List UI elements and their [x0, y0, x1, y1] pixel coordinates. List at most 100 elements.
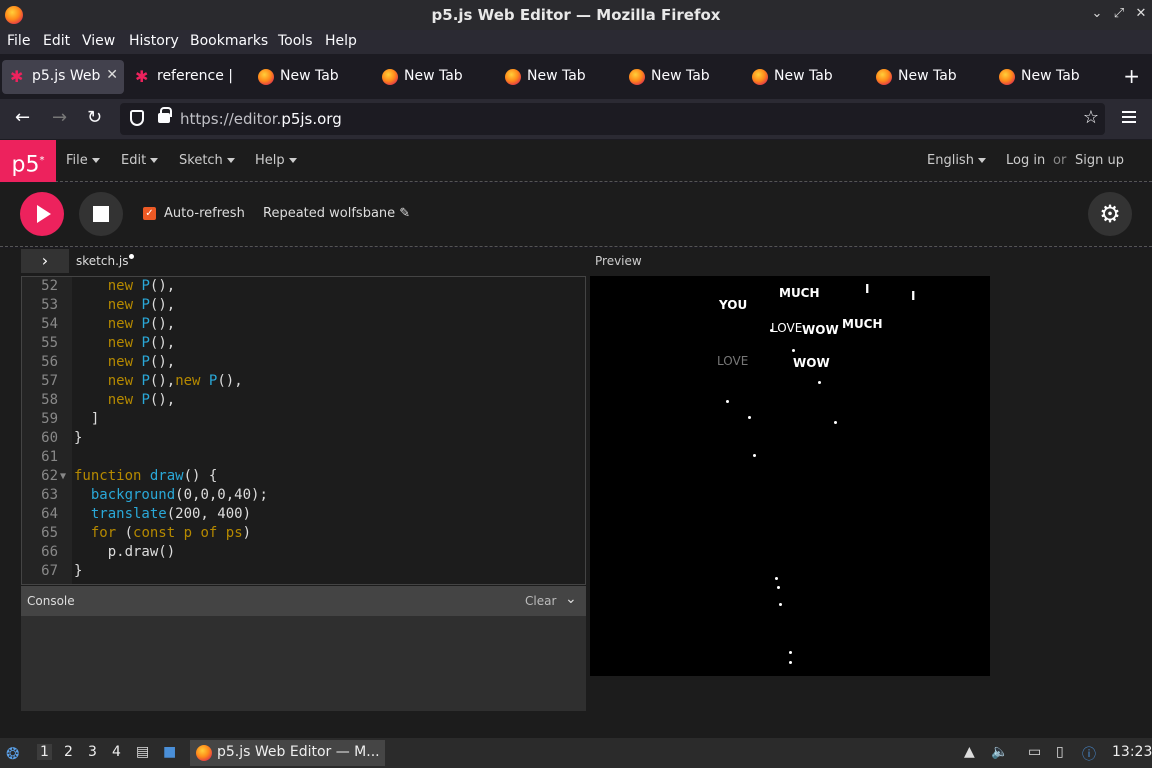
expand-sidebar-chevron-icon[interactable]: ›	[21, 249, 69, 273]
p5-star-icon: ✱	[10, 67, 24, 86]
canvas-word: WOW	[793, 356, 830, 370]
workspace-2[interactable]: 2	[64, 744, 73, 760]
sketch-name[interactable]: Repeated wolfsbane ✎	[263, 206, 410, 221]
tab-p5js-web-editor[interactable]: ✱ p5.js Web ✕	[2, 60, 124, 94]
os-taskbar: ❂ 1 2 3 4 ▤ ■ p5.js Web Editor — M... ▲ …	[0, 738, 1152, 768]
code-line: new P(),	[107, 335, 176, 351]
lock-icon[interactable]	[158, 107, 172, 123]
line-number: 61	[41, 449, 58, 465]
language-selector[interactable]: English	[927, 153, 986, 168]
file-manager-icon[interactable]: ▤	[136, 744, 149, 760]
particle-dot	[748, 416, 751, 419]
file-tab-sketch-js[interactable]: sketch.js	[76, 254, 135, 268]
canvas-word: WOW	[802, 323, 839, 337]
canvas-word: LOVE	[717, 354, 749, 368]
tray-up-arrow-icon[interactable]: ▲	[964, 744, 975, 760]
stop-button[interactable]	[79, 192, 123, 236]
url-text[interactable]: https://editor.p5js.org	[180, 110, 342, 128]
workspace-4[interactable]: 4	[112, 744, 121, 760]
particle-dot	[777, 586, 780, 589]
fold-arrow-icon[interactable]: ▼	[60, 467, 66, 486]
workspace-1[interactable]: 1	[37, 744, 52, 760]
firefox-icon	[999, 69, 1015, 85]
volume-icon[interactable]: 🔈	[991, 744, 1008, 760]
close-tab-icon[interactable]: ✕	[106, 67, 118, 83]
network-icon[interactable]: ▭	[1028, 744, 1041, 760]
p5-logo[interactable]: p5*	[0, 140, 56, 182]
menu-file[interactable]: File	[7, 33, 30, 49]
login-link[interactable]: Log in	[1006, 153, 1045, 168]
close-window-icon[interactable]: ✕	[1132, 5, 1150, 23]
p5-menu-sketch[interactable]: Sketch	[179, 153, 235, 168]
browser-menubar: File Edit View History Bookmarks Tools H…	[0, 30, 1152, 54]
new-tab-plus-icon[interactable]: +	[1123, 64, 1140, 88]
workspace-3[interactable]: 3	[88, 744, 97, 760]
tab-label: New Tab	[280, 68, 339, 84]
menu-history[interactable]: History	[129, 33, 179, 49]
url-bar[interactable]: https://editor.p5js.org ☆	[120, 103, 1105, 135]
firefox-icon	[629, 69, 645, 85]
code-line: }	[74, 430, 83, 446]
minimize-window-icon[interactable]: ⌄	[1088, 5, 1106, 23]
particle-dot	[792, 349, 795, 352]
line-number: 53	[41, 297, 58, 313]
menu-edit[interactable]: Edit	[43, 33, 70, 49]
console-clear-button[interactable]: Clear	[525, 594, 556, 608]
clipboard-icon[interactable]: ▯	[1056, 744, 1064, 760]
tab-label: New Tab	[774, 68, 833, 84]
menu-tools[interactable]: Tools	[278, 33, 313, 49]
tab-new-tab[interactable]: New Tab	[868, 60, 983, 94]
particle-dot	[775, 577, 778, 580]
console-collapse-chevron-icon[interactable]: ⌄	[565, 591, 577, 607]
particle-dot	[726, 400, 729, 403]
p5-menu-file[interactable]: File	[66, 153, 100, 168]
p5-menu-help[interactable]: Help	[255, 153, 297, 168]
canvas-word: MUCH	[842, 317, 883, 331]
hamburger-menu-icon[interactable]	[1122, 111, 1136, 123]
menu-view[interactable]: View	[82, 33, 115, 49]
tab-new-tab[interactable]: New Tab	[497, 60, 612, 94]
canvas-word: YOU	[719, 298, 748, 312]
line-number: 63	[41, 487, 58, 503]
desktop-icon[interactable]: ■	[163, 744, 176, 760]
code-line: ]	[74, 411, 100, 427]
code-editor[interactable]: 52 new P(), 53 new P(), 54 new P(), 55 n…	[21, 276, 586, 585]
tab-new-tab[interactable]: New Tab	[374, 60, 489, 94]
tab-new-tab[interactable]: New Tab	[991, 60, 1106, 94]
tracking-shield-icon[interactable]	[130, 110, 144, 126]
tab-new-tab[interactable]: New Tab	[250, 60, 365, 94]
signup-link[interactable]: Sign up	[1075, 153, 1124, 168]
tab-new-tab[interactable]: New Tab	[744, 60, 859, 94]
taskbar-window-firefox[interactable]: p5.js Web Editor — M...	[190, 740, 385, 766]
unsaved-dot-icon	[129, 254, 135, 259]
pencil-icon[interactable]: ✎	[399, 206, 410, 221]
editor-workarea: › sketch.js 52 new P(), 53 new P(), 54 n…	[0, 248, 1152, 738]
notification-icon[interactable]: ⓘ	[1082, 744, 1096, 764]
play-button[interactable]	[20, 192, 64, 236]
menu-bookmarks[interactable]: Bookmarks	[190, 33, 268, 49]
p5-menu-edit[interactable]: Edit	[121, 153, 159, 168]
firefox-icon	[876, 69, 892, 85]
tab-reference[interactable]: ✱ reference |	[127, 60, 239, 94]
particle-dot	[770, 329, 773, 332]
canvas-word: I	[911, 289, 916, 303]
auto-refresh-checkbox[interactable]: ✓	[143, 207, 156, 220]
reload-icon[interactable]: ↻	[87, 107, 102, 128]
code-line: translate(200, 400)	[90, 506, 252, 522]
menu-help[interactable]: Help	[325, 33, 357, 49]
preview-canvas[interactable]: YOU MUCH I I LOVE WOW MUCH LOVE WOW	[590, 276, 990, 676]
forward-arrow-icon[interactable]: →	[52, 107, 67, 128]
browser-tabbar: ✱ p5.js Web ✕ ✱ reference | New Tab New …	[0, 56, 1152, 98]
particle-dot	[834, 421, 837, 424]
maximize-window-icon[interactable]: ⤢	[1110, 5, 1128, 23]
tab-new-tab[interactable]: New Tab	[621, 60, 736, 94]
settings-gear-icon[interactable]: ⚙	[1088, 192, 1132, 236]
particle-dot	[779, 603, 782, 606]
back-arrow-icon[interactable]: ←	[15, 107, 30, 128]
start-menu-icon[interactable]: ❂	[6, 744, 19, 763]
preview-label: Preview	[595, 254, 642, 268]
bookmark-star-icon[interactable]: ☆	[1083, 107, 1099, 128]
console-header: Console Clear ⌄	[21, 586, 586, 616]
line-number: 65	[41, 525, 58, 541]
auto-refresh-label: Auto-refresh	[164, 206, 245, 221]
